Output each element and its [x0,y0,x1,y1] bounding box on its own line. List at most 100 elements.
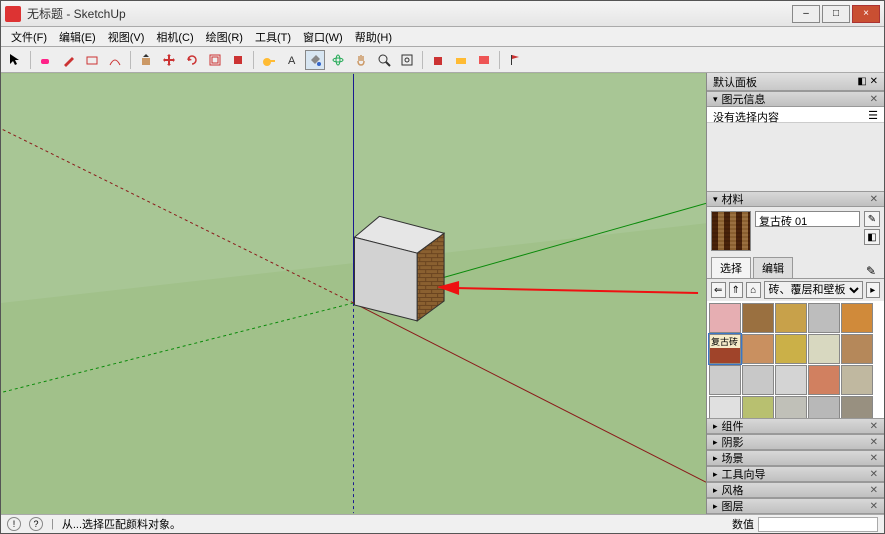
move-tool-icon[interactable] [159,50,179,70]
swatch-tooltip: 复古砖 01 [710,335,740,348]
rectangle-tool-icon[interactable] [82,50,102,70]
material-preview[interactable] [711,211,751,251]
layers-label: 图层 [722,498,744,514]
close-button[interactable]: × [852,5,880,23]
details-icon[interactable]: ▸ [866,282,881,298]
material-swatch[interactable] [742,396,774,418]
tray-pin-icon[interactable]: ◧ ✕ [857,76,878,87]
close-icon[interactable]: ✕ [870,421,878,432]
collapse-arrow-icon: ▸ [713,453,718,464]
pencil-tool-icon[interactable] [59,50,79,70]
menu-help[interactable]: 帮助(H) [349,27,398,47]
scenes-header[interactable]: ▸ 场景 ✕ [707,450,884,466]
materials-header[interactable]: ▾ 材料 ✕ [707,191,884,207]
components-header[interactable]: ▸ 组件 ✕ [707,418,884,434]
eraser-tool-icon[interactable] [36,50,56,70]
entity-info-header[interactable]: ▾ 图元信息 ✕ [707,91,884,107]
layers-header[interactable]: ▸ 图层 ✕ [707,498,884,514]
text-tool-icon[interactable]: A [282,50,302,70]
close-icon[interactable]: ✕ [870,501,878,512]
forward-icon[interactable]: ⇑ [729,282,744,298]
scenes-label: 场景 [722,450,744,466]
shadows-header[interactable]: ▸ 阴影 ✕ [707,434,884,450]
pushpull-tool-icon[interactable] [136,50,156,70]
select-tool-icon[interactable] [5,50,25,70]
material-swatch[interactable] [775,303,807,333]
material-swatch[interactable] [775,334,807,364]
components-label: 组件 [722,418,744,434]
close-icon[interactable]: ✕ [870,194,878,205]
material-swatch[interactable] [841,365,873,395]
minimize-button[interactable]: – [792,5,820,23]
menu-tools[interactable]: 工具(T) [249,27,297,47]
material-swatch[interactable] [775,365,807,395]
home-icon[interactable]: ⌂ [746,282,761,298]
material-swatch[interactable] [775,396,807,418]
zoom-tool-icon[interactable] [374,50,394,70]
close-icon[interactable]: ✕ [870,453,878,464]
measurement-input[interactable] [758,517,878,532]
menu-edit[interactable]: 编辑(E) [53,27,102,47]
material-swatch[interactable] [742,303,774,333]
svg-text:A: A [288,55,296,67]
context-icon[interactable]: ☰ [868,109,878,120]
flag-icon[interactable] [505,50,525,70]
maximize-button[interactable]: □ [822,5,850,23]
menu-file[interactable]: 文件(F) [5,27,53,47]
rotate-tool-icon[interactable] [182,50,202,70]
close-icon[interactable]: ✕ [870,94,878,105]
instructor-header[interactable]: ▸ 工具向导 ✕ [707,466,884,482]
eyedropper-icon[interactable]: ✎ [862,264,880,278]
close-icon[interactable]: ✕ [870,437,878,448]
material-name-field[interactable]: 复古砖 01 [755,211,860,227]
material-swatch[interactable] [808,334,840,364]
default-material-icon[interactable]: ◧ [864,229,880,245]
menu-view[interactable]: 视图(V) [102,27,151,47]
material-swatch[interactable]: 复古砖 01 [709,334,741,364]
material-swatch[interactable] [742,365,774,395]
styles-header[interactable]: ▸ 风格 ✕ [707,482,884,498]
menu-bar: 文件(F) 编辑(E) 视图(V) 相机(C) 绘图(R) 工具(T) 窗口(W… [1,27,884,47]
material-swatch[interactable] [841,334,873,364]
geolocation-icon[interactable]: ! [7,517,21,531]
scale-tool-icon[interactable] [228,50,248,70]
material-swatch[interactable] [808,396,840,418]
material-swatch[interactable] [742,334,774,364]
tab-edit[interactable]: 编辑 [753,257,793,278]
cube-model[interactable] [354,216,444,321]
zoomextents-tool-icon[interactable] [397,50,417,70]
back-icon[interactable]: ⇐ [711,282,726,298]
default-tray: 默认面板 ◧ ✕ ▾ 图元信息 ✕ 没有选择内容 ☰ ▾ 材料 ✕ 复古砖 01… [707,73,884,514]
orbit-tool-icon[interactable] [328,50,348,70]
create-material-icon[interactable]: ✎ [864,211,880,227]
close-icon[interactable]: ✕ [870,469,878,480]
offset-tool-icon[interactable] [205,50,225,70]
material-swatch[interactable] [709,365,741,395]
warehouse-icon[interactable] [428,50,448,70]
layout-icon[interactable] [474,50,494,70]
material-swatch[interactable] [841,303,873,333]
tape-tool-icon[interactable] [259,50,279,70]
tray-header[interactable]: 默认面板 ◧ ✕ [707,73,884,91]
material-swatch[interactable] [709,303,741,333]
close-icon[interactable]: ✕ [870,485,878,496]
instructor-label: 工具向导 [722,466,766,482]
arc-tool-icon[interactable] [105,50,125,70]
tab-select[interactable]: 选择 [711,257,751,278]
credits-icon[interactable]: ? [29,517,43,531]
viewport[interactable] [1,73,707,514]
material-swatch[interactable] [709,396,741,418]
menu-camera[interactable]: 相机(C) [150,27,199,47]
pan-tool-icon[interactable] [351,50,371,70]
measurement-label: 数值 [732,516,754,532]
library-select[interactable]: 砖、覆层和壁板 [764,281,863,299]
status-hint: 从...选择匹配颜料对象。 [62,516,181,532]
material-swatch[interactable] [808,303,840,333]
menu-window[interactable]: 窗口(W) [297,27,349,47]
material-swatch[interactable] [841,396,873,418]
menu-draw[interactable]: 绘图(R) [200,27,249,47]
material-swatches: 复古砖 01 [707,301,884,418]
material-swatch[interactable] [808,365,840,395]
paintbucket-tool-icon[interactable] [305,50,325,70]
extension-icon[interactable] [451,50,471,70]
